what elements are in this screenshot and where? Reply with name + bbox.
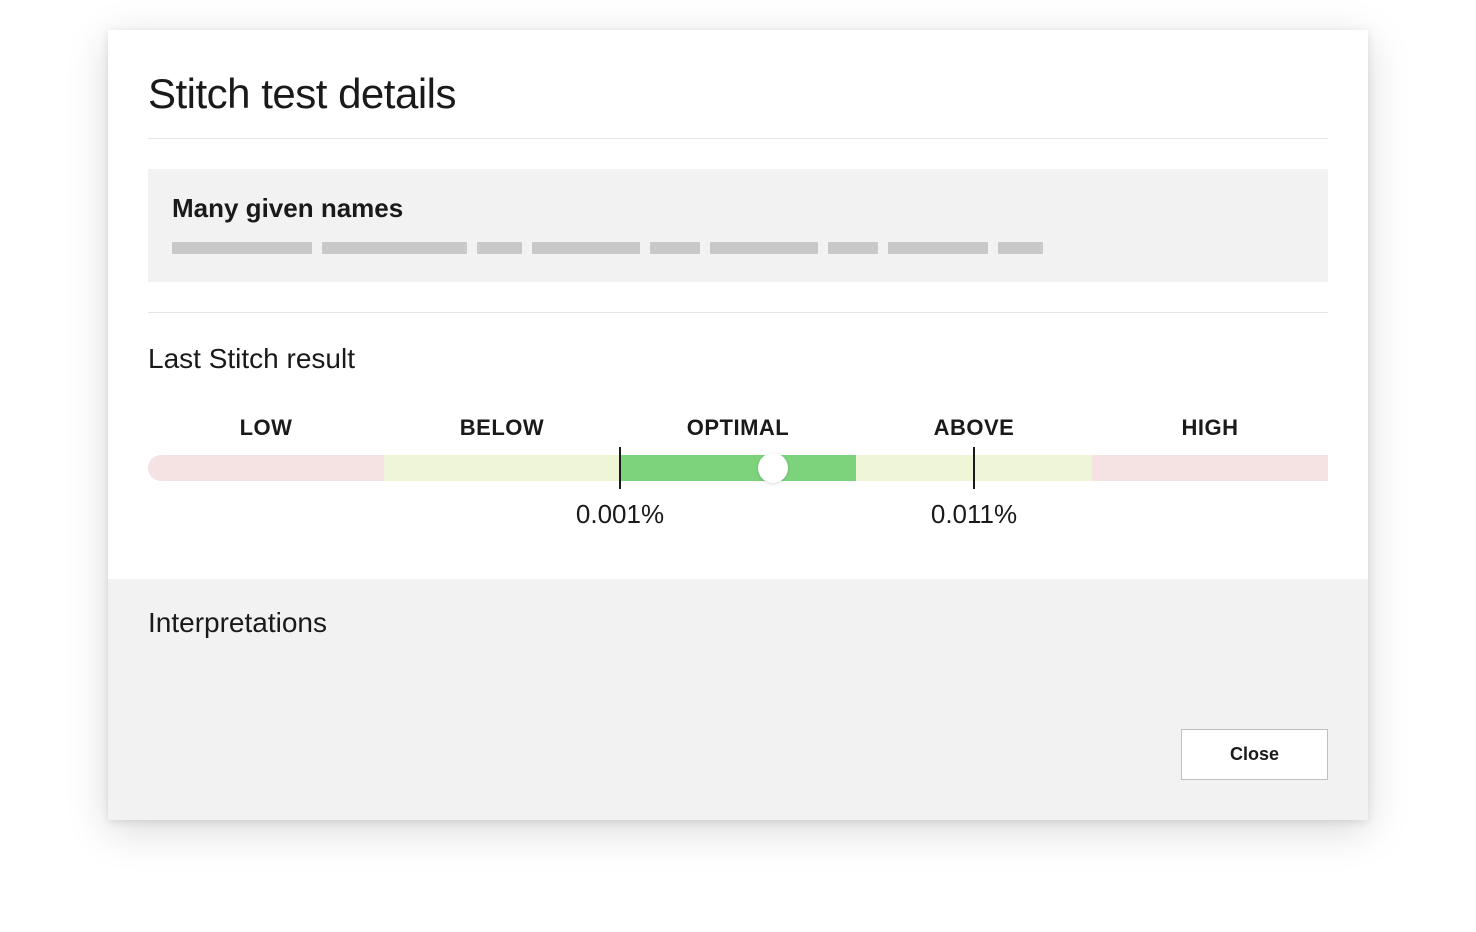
placeholder-bar: [172, 242, 312, 254]
gauge-segment-optimal: [620, 455, 856, 481]
gauge-label-high: HIGH: [1092, 415, 1328, 441]
placeholder-bar: [322, 242, 467, 254]
names-label: Many given names: [172, 193, 1304, 224]
modal-title: Stitch test details: [148, 70, 1328, 118]
gauge-segment-high: [1092, 455, 1328, 481]
test-details-modal: Stitch test details Many given names Las…: [108, 30, 1368, 820]
placeholder-bar: [828, 242, 878, 254]
placeholder-bar: [710, 242, 818, 254]
placeholder-bar: [477, 242, 522, 254]
interpretations-label: Interpretations: [148, 607, 1328, 639]
gauge-value-min: 0.001%: [576, 499, 664, 530]
gauge-value-max: 0.011%: [931, 499, 1017, 530]
gauge-segment-low: [148, 455, 384, 481]
modal-header: Stitch test details: [108, 30, 1368, 138]
placeholder-bar: [998, 242, 1043, 254]
names-section: Many given names: [148, 169, 1328, 282]
close-button[interactable]: Close: [1181, 729, 1328, 780]
placeholder-bar: [888, 242, 988, 254]
gauge-bar: [148, 455, 1328, 481]
divider: [148, 138, 1328, 139]
gauge-label-optimal: OPTIMAL: [620, 415, 856, 441]
gauge-label-low: LOW: [148, 415, 384, 441]
gauge-tick-min: [619, 447, 621, 489]
result-label: Last Stitch result: [148, 343, 1328, 375]
names-placeholder-row: [172, 242, 1304, 254]
gauge-labels: LOW BELOW OPTIMAL ABOVE HIGH: [148, 415, 1328, 441]
gauge-tick-max: [973, 447, 975, 489]
interpretations-section: Interpretations: [108, 579, 1368, 729]
result-section: Last Stitch result LOW BELOW OPTIMAL ABO…: [108, 313, 1368, 569]
gauge-segment-below: [384, 455, 620, 481]
gauge-values: 0.001% 0.011%: [148, 499, 1328, 529]
gauge-label-above: ABOVE: [856, 415, 1092, 441]
placeholder-bar: [532, 242, 640, 254]
modal-footer: Close: [108, 729, 1368, 820]
gauge-indicator: [758, 453, 788, 483]
result-gauge: LOW BELOW OPTIMAL ABOVE HIGH 0.001% 0.01…: [148, 415, 1328, 529]
placeholder-bar: [650, 242, 700, 254]
gauge-label-below: BELOW: [384, 415, 620, 441]
